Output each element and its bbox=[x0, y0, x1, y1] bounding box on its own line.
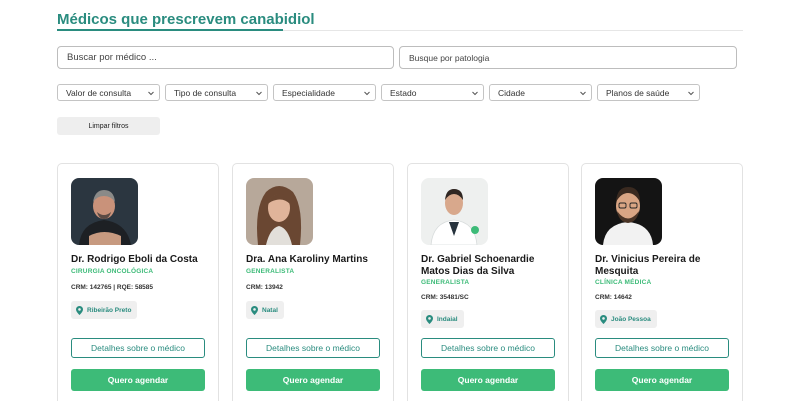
filter-health-plans[interactable]: Planos de saúde bbox=[597, 84, 700, 101]
doctor-card: Dra. Ana Karoliny Martins GENERALISTA CR… bbox=[232, 163, 394, 401]
doctor-search-input[interactable] bbox=[57, 46, 394, 69]
location-badge: João Pessoa bbox=[595, 310, 657, 328]
doctor-city: Indaial bbox=[437, 315, 458, 323]
filter-specialty[interactable]: Especialidade bbox=[273, 84, 376, 101]
doctor-photo bbox=[421, 178, 488, 245]
doctor-photo bbox=[246, 178, 313, 245]
doctor-details-button[interactable]: Detalhes sobre o médico bbox=[71, 338, 205, 358]
filter-state[interactable]: Estado bbox=[381, 84, 484, 101]
filter-label: Tipo de consulta bbox=[174, 87, 237, 98]
doctor-photo bbox=[595, 178, 662, 245]
location-badge: Ribeirão Preto bbox=[71, 301, 138, 319]
doctor-crm: CRM: 142765 | RQE: 58585 bbox=[71, 284, 154, 291]
chevron-down-icon bbox=[256, 91, 262, 96]
filter-label: Planos de saúde bbox=[606, 87, 670, 98]
doctor-details-button[interactable]: Detalhes sobre o médico bbox=[246, 338, 380, 358]
doctor-specialty: GENERALISTA bbox=[246, 268, 295, 275]
location-pin-icon bbox=[426, 314, 433, 324]
location-pin-icon bbox=[600, 314, 607, 324]
doctor-photo bbox=[71, 178, 138, 245]
doctor-details-button[interactable]: Detalhes sobre o médico bbox=[421, 338, 555, 358]
page-title: Médicos que prescrevem canabidiol bbox=[57, 11, 315, 28]
book-appointment-button[interactable]: Quero agendar bbox=[421, 369, 555, 391]
doctor-name: Dr. Gabriel Schoenardie Matos Dias da Si… bbox=[421, 254, 535, 277]
doctor-name: Dra. Ana Karoliny Martins bbox=[246, 254, 368, 265]
doctor-specialty: GENERALISTA bbox=[421, 279, 470, 286]
filter-label: Especialidade bbox=[282, 87, 335, 98]
filter-label: Cidade bbox=[498, 87, 525, 98]
doctor-card: Dr. Vinicius Pereira de Mesquita CLÍNICA… bbox=[581, 163, 743, 401]
chevron-down-icon bbox=[148, 91, 154, 96]
title-underline bbox=[57, 29, 283, 31]
filter-bar: Valor de consulta Tipo de consulta Espec… bbox=[57, 84, 700, 101]
filter-label: Estado bbox=[390, 87, 417, 98]
doctor-card: Dr. Rodrigo Eboli da Costa CIRURGIA ONCO… bbox=[57, 163, 219, 401]
doctor-name: Dr. Vinicius Pereira de Mesquita bbox=[595, 254, 701, 277]
clear-filters-button[interactable]: Limpar filtros bbox=[57, 117, 160, 135]
filter-city[interactable]: Cidade bbox=[489, 84, 592, 101]
doctor-city: João Pessoa bbox=[611, 315, 651, 323]
location-badge: Natal bbox=[246, 301, 284, 319]
chevron-down-icon bbox=[472, 91, 478, 96]
doctor-city: Natal bbox=[262, 306, 278, 314]
doctor-city: Ribeirão Preto bbox=[87, 306, 132, 314]
filter-consultation-price[interactable]: Valor de consulta bbox=[57, 84, 160, 101]
location-badge: Indaial bbox=[421, 310, 464, 328]
location-pin-icon bbox=[76, 305, 83, 315]
filter-label: Valor de consulta bbox=[66, 87, 132, 98]
chevron-down-icon bbox=[688, 91, 694, 96]
doctor-details-button[interactable]: Detalhes sobre o médico bbox=[595, 338, 729, 358]
location-pin-icon bbox=[251, 305, 258, 315]
book-appointment-button[interactable]: Quero agendar bbox=[246, 369, 380, 391]
book-appointment-button[interactable]: Quero agendar bbox=[595, 369, 729, 391]
doctor-crm: CRM: 35481/SC bbox=[421, 294, 469, 301]
doctor-specialty: CLÍNICA MÉDICA bbox=[595, 279, 652, 286]
chevron-down-icon bbox=[580, 91, 586, 96]
doctor-specialty: CIRURGIA ONCOLÓGICA bbox=[71, 268, 154, 275]
chevron-down-icon bbox=[364, 91, 370, 96]
pathology-search-input[interactable] bbox=[399, 46, 737, 69]
doctor-name: Dr. Rodrigo Eboli da Costa bbox=[71, 254, 198, 265]
title-divider bbox=[283, 29, 743, 31]
doctor-card: Dr. Gabriel Schoenardie Matos Dias da Si… bbox=[407, 163, 569, 401]
book-appointment-button[interactable]: Quero agendar bbox=[71, 369, 205, 391]
filter-consultation-type[interactable]: Tipo de consulta bbox=[165, 84, 268, 101]
doctor-crm: CRM: 14642 bbox=[595, 294, 632, 301]
doctor-crm: CRM: 13942 bbox=[246, 284, 283, 291]
